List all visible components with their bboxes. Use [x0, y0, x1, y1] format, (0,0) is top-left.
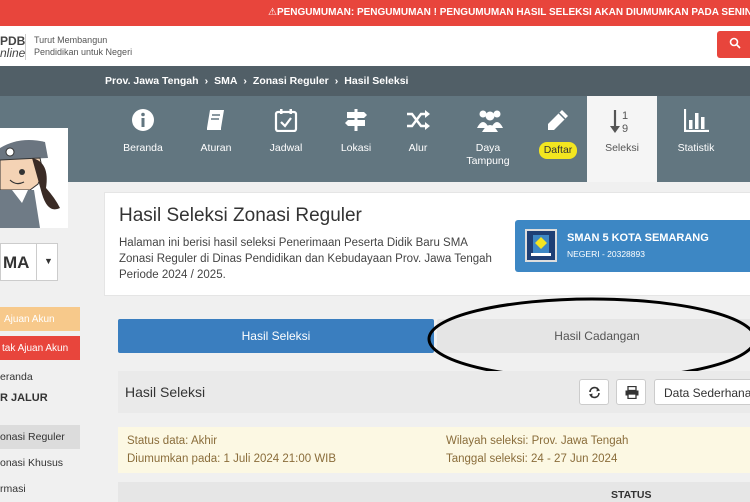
view-mode-select[interactable]: Data Sederhana -	[654, 379, 750, 405]
menu-label: Seleksi	[605, 142, 639, 154]
menu-label: Aturan	[200, 142, 232, 154]
announcement-bar: ⚠PENGUMUMAN: PENGUMUMAN ! PENGUMUMAN HAS…	[0, 0, 750, 26]
tagline-line-1: Turut Membangun	[34, 35, 108, 45]
breadcrumb-current: Hasil Seleksi	[344, 75, 409, 87]
menu-item-alur[interactable]: Alur	[383, 96, 453, 182]
print-button[interactable]	[616, 379, 646, 405]
shuffle-icon	[407, 110, 430, 130]
sidebar-item-label: onasi Reguler	[0, 431, 65, 443]
school-name: SMAN 5 KOTA SEMARANG	[567, 232, 709, 244]
menu-item-daya-tampung[interactable]: Daya Tampung	[453, 96, 523, 182]
signpost-icon	[345, 109, 367, 131]
menu-item-seleksi[interactable]: 19 Seleksi	[587, 96, 657, 182]
book-icon	[207, 110, 224, 130]
menu-label-daftar: Daftar	[538, 142, 578, 159]
status-info-box: Status data: Akhir Diumumkan pada: 1 Jul…	[118, 427, 750, 473]
level-select-value: MA	[3, 253, 30, 272]
info-icon	[132, 109, 154, 131]
calendar-check-icon	[274, 109, 298, 132]
school-emblem-icon	[531, 235, 551, 256]
page-description-line: Halaman ini berisi hasil seleksi Penerim…	[119, 237, 468, 249]
menu-label: Beranda	[123, 142, 163, 154]
menu-label: Alur	[408, 142, 428, 154]
menu-label: Tampung	[466, 155, 510, 167]
menu-label: Daya	[475, 142, 501, 154]
cetak-ajuan-akun-label: tak Ajuan Akun	[2, 343, 69, 354]
status-tanggal: Tanggal seleksi: 24 - 27 Jun 2024	[446, 453, 617, 465]
sidebar-link-beranda[interactable]: eranda	[0, 371, 33, 383]
level-select[interactable]: MA ▼	[0, 243, 58, 281]
school-card[interactable]: SMAN 5 KOTA SEMARANG NEGERI - 20328893	[515, 220, 750, 272]
status-tanggal-value: 24 - 27 Jun 2024	[531, 453, 618, 465]
refresh-icon	[589, 386, 600, 399]
sidebar-item-zonasi-reguler[interactable]: onasi Reguler	[0, 425, 80, 449]
tab-hasil-seleksi[interactable]: Hasil Seleksi	[118, 319, 434, 353]
menu-item-lokasi[interactable]: Lokasi	[321, 96, 391, 182]
sort-numeric-icon: 19	[610, 110, 628, 134]
sidebar-item-afirmasi[interactable]: rmasi	[0, 477, 80, 501]
page-description-line: Periode 2024 / 2025.	[119, 269, 226, 281]
status-data-value: Akhir	[190, 435, 218, 447]
status-tanggal-label: Tanggal seleksi:	[446, 453, 532, 465]
status-data-label: Status data:	[127, 435, 191, 447]
refresh-button[interactable]	[579, 379, 609, 405]
tagline-line-2: Pendidikan untuk Negeri	[34, 47, 133, 57]
breadcrumb: Prov. Jawa Tengah › SMA › Zonasi Reguler › Has…	[0, 66, 750, 96]
users-icon	[477, 110, 503, 132]
menu-label: Lokasi	[340, 142, 372, 154]
menu-item-daftar[interactable]: Daftar	[523, 96, 593, 182]
school-logo	[525, 229, 557, 262]
status-diumumkan: Diumumkan pada: 1 Juli 2024 21:00 WIB	[127, 453, 336, 465]
results-title: Hasil Seleksi	[125, 384, 206, 400]
menu-item-statistik[interactable]: Statistik	[661, 96, 731, 182]
site-header: PDB nline Turut Membangun Pendidikan unt…	[0, 26, 750, 66]
pencil-icon	[548, 110, 568, 130]
ajuan-akun-button[interactable]: Ajuan Akun	[0, 307, 80, 331]
ajuan-akun-label: Ajuan Akun	[4, 314, 55, 325]
breadcrumb-province[interactable]: Prov. Jawa Tengah	[105, 75, 199, 87]
bar-chart-icon	[684, 109, 709, 132]
status-wilayah: Wilayah seleksi: Prov. Jawa Tengah	[446, 435, 628, 447]
search-icon	[729, 37, 741, 49]
page-title: Hasil Seleksi Zonasi Reguler	[119, 205, 362, 226]
caret-down-icon: ▼	[36, 244, 58, 280]
breadcrumb-separator: ›	[204, 75, 209, 87]
header-search-button[interactable]	[717, 31, 750, 58]
menu-item-aturan[interactable]: Aturan	[181, 96, 251, 182]
menu-item-jadwal[interactable]: Jadwal	[251, 96, 321, 182]
status-diumumkan-label: Diumumkan pada:	[127, 453, 224, 465]
menu-label: Statistik	[677, 142, 715, 154]
status-data: Status data: Akhir	[127, 435, 217, 447]
breadcrumb-path[interactable]: Zonasi Reguler	[253, 75, 329, 87]
column-header-status: STATUS	[611, 489, 652, 501]
page-description: Halaman ini berisi hasil seleksi Penerim…	[119, 235, 497, 283]
cetak-ajuan-akun-button[interactable]: tak Ajuan Akun	[0, 336, 80, 360]
menu-label: Jadwal	[269, 142, 303, 154]
logo-divider	[25, 34, 26, 60]
breadcrumb-separator: ›	[243, 75, 247, 87]
breadcrumb-separator: ›	[334, 75, 339, 87]
school-npsn: NEGERI - 20328893	[567, 249, 645, 259]
sidebar-item-label: rmasi	[0, 483, 26, 495]
tab-label: Hasil Seleksi	[241, 329, 311, 343]
menu-item-beranda[interactable]: Beranda	[108, 96, 178, 182]
status-diumumkan-value: 1 Juli 2024 21:00 WIB	[223, 453, 337, 465]
status-wilayah-value: Prov. Jawa Tengah	[531, 435, 629, 447]
printer-icon	[625, 386, 639, 399]
avatar	[0, 128, 68, 228]
view-mode-value: Data Sederhana -	[664, 386, 750, 400]
announcement-text: ⚠PENGUMUMAN: PENGUMUMAN ! PENGUMUMAN HAS…	[268, 7, 750, 18]
results-table-header: STATUS	[118, 482, 750, 502]
svg-text:9: 9	[622, 123, 628, 134]
logo-text-bottom: nline	[0, 46, 26, 60]
breadcrumb-level[interactable]: SMA	[214, 75, 237, 87]
results-header: Hasil Seleksi Data Sederhana -	[118, 371, 750, 413]
svg-text:1: 1	[622, 110, 628, 122]
page-description-line: Zonasi Reguler di Dinas Pendidikan dan K…	[119, 253, 492, 265]
sidebar-item-zonasi-khusus[interactable]: onasi Khusus	[0, 451, 80, 475]
sidebar-jalur-header: R JALUR	[0, 392, 48, 404]
sidebar-item-label: onasi Khusus	[0, 457, 64, 469]
main-menu: Beranda Aturan Jadwal Lokasi Alur Daya Ta…	[0, 96, 750, 182]
status-wilayah-label: Wilayah seleksi:	[446, 435, 532, 447]
